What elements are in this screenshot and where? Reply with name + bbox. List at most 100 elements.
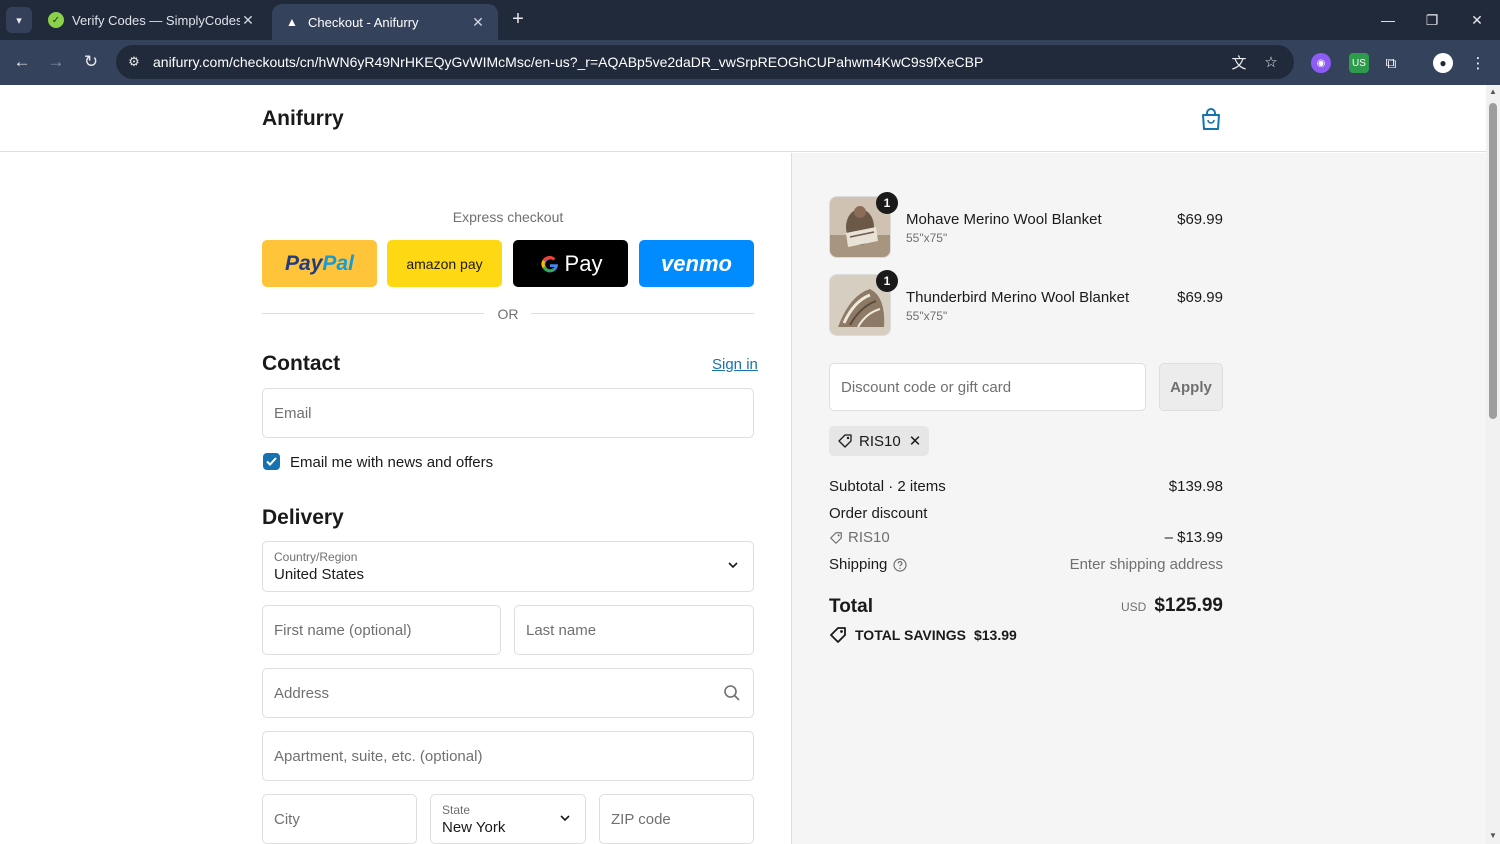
close-icon[interactable]: ✕ [240, 12, 256, 29]
tag-icon [830, 627, 846, 643]
order-summary-panel [791, 153, 1486, 844]
subtotal-label: Subtotal · 2 items [829, 478, 946, 495]
order-discount-label: Order discount [829, 505, 928, 522]
translate-icon[interactable]: 文 [1228, 52, 1250, 72]
shopping-bag-icon[interactable] [1200, 107, 1222, 131]
item-price: $69.99 [1177, 211, 1223, 228]
savings-label: TOTAL SAVINGS [855, 627, 966, 643]
new-tab-button[interactable]: + [506, 8, 530, 32]
discount-code-row: RIS10 [829, 529, 890, 546]
bookmark-star-icon[interactable]: ☆ [1260, 52, 1282, 72]
contact-heading: Contact [262, 352, 341, 375]
paypal-button[interactable]: PayPal [262, 240, 377, 287]
tab-title: Checkout - Anifurry [308, 14, 419, 30]
help-circle-icon[interactable] [893, 557, 907, 572]
page-scrollbar[interactable]: ▲ ▼ [1486, 85, 1500, 844]
country-value: United States [274, 566, 365, 583]
tab-checkout[interactable]: ▲ Checkout - Anifurry ✕ [272, 4, 498, 40]
checkout-header: Anifurry [0, 85, 1486, 152]
zip-field[interactable]: ZIP code [599, 794, 754, 844]
total-savings: TOTAL SAVINGS $13.99 [829, 626, 1017, 644]
state-select[interactable]: State New York [430, 794, 586, 844]
shipping-label: Shipping [829, 556, 888, 573]
checkout-page: Anifurry Express checkout PayPal amazon … [0, 85, 1486, 844]
back-icon[interactable]: ← [10, 50, 34, 74]
express-checkout-title: Express checkout [452, 209, 564, 225]
first-name-field[interactable]: First name (optional) [262, 605, 501, 655]
item-name: Mohave Merino Wool Blanket [906, 211, 1102, 228]
total-value: USD $125.99 [1121, 595, 1223, 617]
item-variant: 55"x75" [906, 231, 948, 245]
email-field[interactable]: Email [262, 388, 754, 438]
google-g-icon [540, 255, 558, 272]
reload-icon[interactable]: ↻ [79, 50, 103, 74]
tab-search-button[interactable]: ▾ [6, 7, 32, 33]
quantity-badge: 1 [876, 192, 898, 214]
state-label: State [442, 803, 471, 817]
apartment-field[interactable]: Apartment, suite, etc. (optional) [262, 731, 754, 781]
forward-icon[interactable]: → [44, 50, 68, 74]
scroll-down-icon[interactable]: ▼ [1489, 831, 1497, 840]
sign-in-link[interactable]: Sign in [712, 356, 758, 373]
shipping-row: Shipping [829, 556, 907, 573]
address-field[interactable]: Address [262, 668, 754, 718]
zip-placeholder: ZIP code [611, 811, 671, 828]
site-info-icon[interactable]: ⚙ [124, 52, 144, 72]
simplycodes-icon: ✓ [48, 12, 64, 28]
quantity-badge: 1 [876, 270, 898, 292]
restore-icon[interactable]: ❐ [1410, 0, 1454, 40]
email-placeholder: Email [274, 405, 312, 422]
divider [531, 313, 754, 314]
or-separator: OR [497, 306, 519, 322]
menu-kebab-icon[interactable]: ⋮ [1468, 53, 1488, 73]
city-field[interactable]: City [262, 794, 417, 844]
url-text[interactable]: anifurry.com/checkouts/cn/hWN6yR49NrHKEQ… [153, 54, 983, 70]
tab-title: Verify Codes — SimplyCodes [72, 12, 240, 28]
city-placeholder: City [274, 811, 300, 828]
tab-strip: ▾ ✓ Verify Codes — SimplyCodes ✕ ▲ Check… [0, 0, 1500, 40]
first-name-placeholder: First name (optional) [274, 622, 412, 639]
minimize-icon[interactable]: — [1366, 0, 1410, 40]
google-pay-button[interactable]: Pay [513, 240, 628, 287]
store-logo[interactable]: Anifurry [262, 107, 344, 131]
discount-code-field[interactable]: Discount code or gift card [829, 363, 1146, 411]
amazon-pay-logo: amazon pay [406, 255, 483, 272]
discount-placeholder: Discount code or gift card [841, 379, 1012, 396]
savings-value: $13.99 [973, 627, 1017, 643]
total-currency: USD [1120, 600, 1147, 614]
venmo-logo: venmo [661, 250, 732, 276]
search-icon [724, 685, 740, 701]
extension-icon[interactable]: ◉ [1311, 53, 1331, 73]
last-name-field[interactable]: Last name [514, 605, 754, 655]
country-label: Country/Region [274, 550, 358, 564]
amazon-pay-button[interactable]: amazon pay [387, 240, 502, 287]
item-price: $69.99 [1177, 289, 1223, 306]
extensions-puzzle-icon[interactable]: ⧉ [1381, 53, 1401, 73]
window-close-icon[interactable]: ✕ [1455, 0, 1499, 40]
apply-button[interactable]: Apply [1159, 363, 1223, 411]
discount-code: RIS10 [848, 529, 890, 546]
item-variant: 55"x75" [906, 309, 948, 323]
applied-code: RIS10 [859, 432, 901, 450]
close-icon[interactable]: ✕ [470, 14, 486, 31]
apartment-placeholder: Apartment, suite, etc. (optional) [274, 748, 483, 765]
address-placeholder: Address [274, 685, 330, 702]
discount-value: – $13.99 [1164, 529, 1223, 546]
venmo-button[interactable]: venmo [639, 240, 754, 287]
profile-avatar[interactable]: ● [1433, 53, 1453, 73]
vpn-extension-icon[interactable]: US [1349, 53, 1369, 73]
tab-verify-codes[interactable]: ✓ Verify Codes — SimplyCodes ✕ [36, 0, 268, 40]
newsletter-label[interactable]: Email me with news and offers [290, 454, 493, 471]
country-select[interactable]: Country/Region United States [262, 541, 754, 592]
scroll-thumb[interactable] [1489, 103, 1497, 419]
tag-icon [838, 434, 852, 448]
shipping-value: Enter shipping address [1069, 556, 1223, 573]
paypal-logo: PayPal [285, 251, 354, 275]
item-name: Thunderbird Merino Wool Blanket [906, 289, 1130, 306]
scroll-up-icon[interactable]: ▲ [1489, 87, 1497, 96]
newsletter-checkbox[interactable] [263, 453, 280, 470]
address-bar[interactable]: ⚙ anifurry.com/checkouts/cn/hWN6yR49NrHK… [116, 45, 1294, 79]
chevron-down-icon [560, 815, 570, 822]
subtotal-value: $139.98 [1168, 478, 1223, 495]
remove-code-icon[interactable]: ✕ [909, 432, 922, 450]
